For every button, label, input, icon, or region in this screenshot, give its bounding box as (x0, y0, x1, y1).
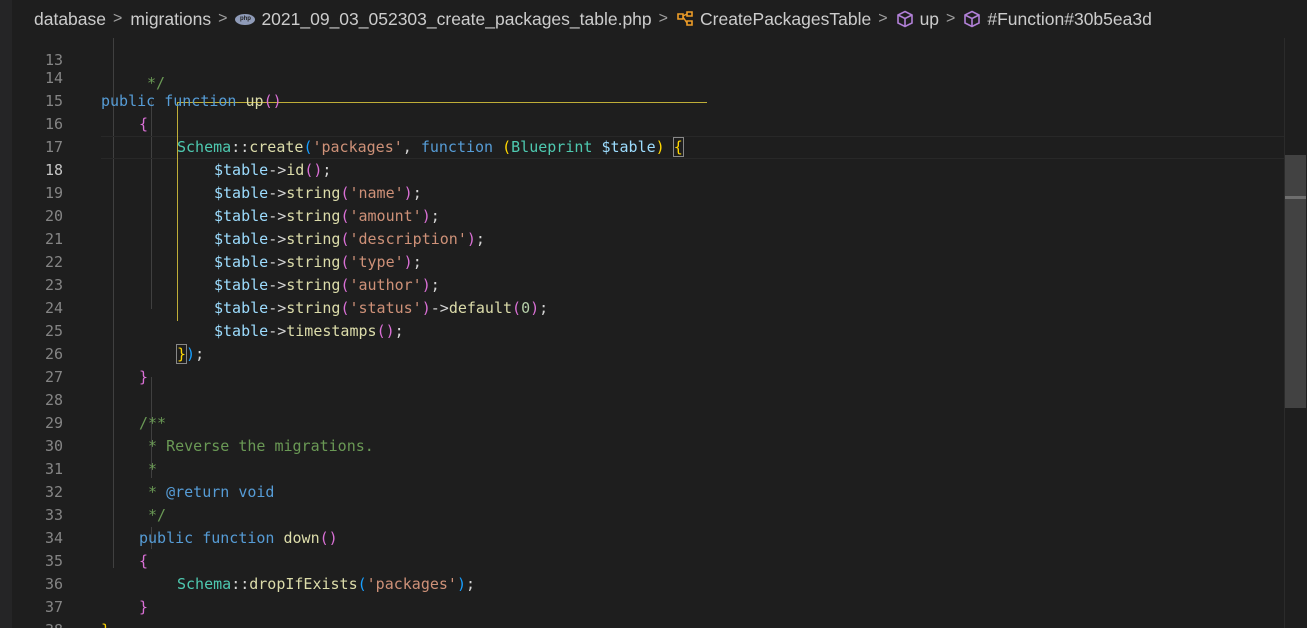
code-line: 33 public function down() (12, 481, 1284, 547)
breadcrumb-separator: > (658, 10, 668, 27)
code-line: 17 $table->id(); (12, 113, 1284, 179)
code-line: 37 } (12, 573, 1284, 628)
code-line: 36 } (12, 550, 1284, 616)
breadcrumb-separator: > (946, 10, 956, 27)
breadcrumb-separator: > (113, 10, 123, 27)
code-line: 29 * Reverse the migrations. (12, 389, 1284, 455)
method-cube-icon (896, 10, 914, 28)
code-line: 16 Schema::create('packages', function (… (12, 90, 1284, 157)
breadcrumb-file[interactable]: 2021_09_03_052303_create_packages_table.… (261, 9, 651, 30)
php-badge-label: php (235, 13, 256, 25)
class-icon (676, 11, 694, 27)
code-line: 31 * @return void (12, 435, 1284, 501)
code-line: 15 { (12, 67, 1284, 133)
breadcrumb-separator: > (218, 10, 228, 27)
code-line: 18 $table->string('name'); (12, 136, 1284, 202)
code-line: 27 (12, 343, 1284, 386)
code-editor[interactable]: 13 */ 14 public function up() 15 { 16 Sc… (12, 38, 1284, 628)
activity-edge (0, 0, 12, 628)
code-line: 14 public function up() (12, 44, 1284, 110)
breadcrumb-method[interactable]: up (920, 9, 939, 30)
breadcrumb-function[interactable]: #Function#30b5ea3d (987, 9, 1151, 30)
php-file-icon: php (235, 13, 256, 25)
code-line: 28 /** (12, 366, 1284, 432)
code-line: 23 $table->string('status')->default(0); (12, 251, 1284, 317)
code-line: 24 $table->timestamps(); (12, 274, 1284, 340)
line-code: } (101, 619, 110, 628)
code-line: 30 * (12, 412, 1284, 478)
code-line: 19 $table->string('amount'); (12, 159, 1284, 225)
line-number: 38 (12, 619, 63, 628)
breadcrumb: database > migrations > php 2021_09_03_0… (12, 0, 1307, 38)
code-line: 38 (12, 596, 1284, 628)
code-line: 35 Schema::dropIfExists('packages'); (12, 527, 1284, 593)
breadcrumb-migrations[interactable]: migrations (130, 9, 211, 30)
breadcrumb-class[interactable]: CreatePackagesTable (700, 9, 871, 30)
code-line: 34 { (12, 504, 1284, 570)
code-line: 20 $table->string('description'); (12, 182, 1284, 248)
scrollbar-thumb[interactable] (1285, 155, 1306, 408)
breadcrumb-database[interactable]: database (34, 9, 106, 30)
code-line: 21 $table->string('type'); (12, 205, 1284, 271)
breadcrumb-separator: > (878, 10, 888, 27)
scrollbar-cursor-marker (1285, 196, 1306, 199)
code-line: 26 } (12, 320, 1284, 386)
code-line: 32 */ (12, 458, 1284, 524)
function-cube-icon (963, 10, 981, 28)
code-line: 22 $table->string('author'); (12, 228, 1284, 294)
code-line: 25 }); (12, 297, 1284, 364)
